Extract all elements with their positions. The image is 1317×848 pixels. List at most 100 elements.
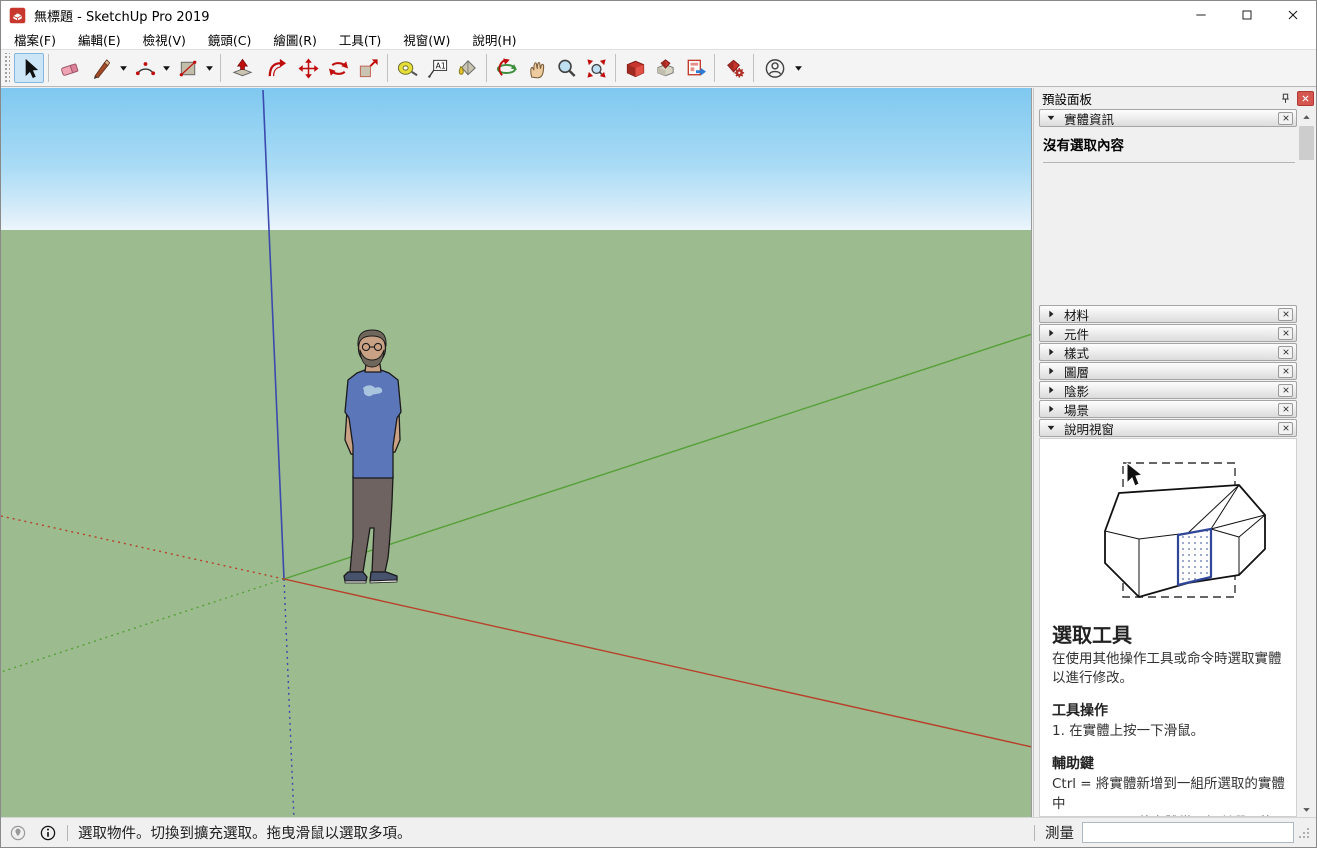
line-tool-dropdown[interactable] bbox=[117, 53, 130, 83]
pin-icon bbox=[1279, 92, 1292, 105]
section-instructor[interactable]: 說明視窗 bbox=[1039, 419, 1297, 437]
close-icon bbox=[1282, 310, 1290, 318]
green-axis bbox=[284, 334, 1032, 579]
geolocation-icon bbox=[9, 824, 27, 842]
line-tool-button[interactable] bbox=[87, 53, 117, 83]
close-button[interactable] bbox=[1270, 1, 1316, 29]
close-icon bbox=[1301, 94, 1310, 103]
zoom-extents-tool-button[interactable] bbox=[581, 53, 611, 83]
close-section-button[interactable] bbox=[1278, 327, 1293, 340]
panel-scrollbar[interactable] bbox=[1298, 109, 1315, 817]
rectangle-tool-button[interactable] bbox=[173, 53, 203, 83]
section-label: 說明視窗 bbox=[1064, 419, 1278, 438]
account-button[interactable] bbox=[758, 53, 792, 83]
close-section-button[interactable] bbox=[1278, 346, 1293, 359]
section-materials[interactable]: 材料 bbox=[1039, 305, 1297, 323]
maximize-icon bbox=[1239, 7, 1255, 23]
help-info-button[interactable] bbox=[37, 822, 59, 844]
chevron-down-icon bbox=[1046, 112, 1058, 124]
line-icon bbox=[91, 57, 114, 80]
chevron-right-icon bbox=[1046, 384, 1058, 396]
statusbar-separator bbox=[1034, 825, 1035, 841]
pin-panel-button[interactable] bbox=[1276, 90, 1294, 107]
menu-view[interactable]: 檢視(V) bbox=[132, 28, 197, 51]
instructor-description: 在使用其他操作工具或命令時選取實體以進行修改。 bbox=[1052, 650, 1286, 688]
zoom-icon bbox=[555, 57, 578, 80]
resize-grip-icon[interactable] bbox=[1298, 827, 1310, 839]
menu-help[interactable]: 說明(H) bbox=[461, 28, 527, 51]
rectangle-tool-dropdown[interactable] bbox=[203, 53, 216, 83]
minimize-button[interactable] bbox=[1178, 1, 1224, 29]
menu-file[interactable]: 檔案(F) bbox=[3, 28, 67, 51]
section-components[interactable]: 元件 bbox=[1039, 324, 1297, 342]
toolbar-drag-handle[interactable] bbox=[3, 53, 10, 83]
toolbar-separator bbox=[220, 54, 221, 82]
scrollbar-thumb[interactable] bbox=[1299, 126, 1314, 160]
section-styles[interactable]: 樣式 bbox=[1039, 343, 1297, 361]
extension-manager-button[interactable] bbox=[719, 53, 749, 83]
close-section-button[interactable] bbox=[1278, 112, 1293, 125]
chevron-down-icon bbox=[205, 64, 214, 73]
paint-bucket-icon bbox=[456, 57, 479, 80]
push-pull-tool-button[interactable] bbox=[225, 53, 259, 83]
tape-measure-tool-button[interactable] bbox=[392, 53, 422, 83]
move-tool-button[interactable] bbox=[293, 53, 323, 83]
section-label: 陰影 bbox=[1064, 381, 1278, 400]
extension-manager-icon bbox=[723, 57, 746, 80]
section-shadows[interactable]: 陰影 bbox=[1039, 381, 1297, 399]
eraser-tool-button[interactable] bbox=[53, 53, 87, 83]
drawing-viewport[interactable] bbox=[1, 88, 1032, 819]
close-section-button[interactable] bbox=[1278, 403, 1293, 416]
scale-tool-button[interactable] bbox=[353, 53, 383, 83]
titlebar: 無標題 - SketchUp Pro 2019 bbox=[1, 1, 1316, 29]
maximize-button[interactable] bbox=[1224, 1, 1270, 29]
select-tool-button[interactable] bbox=[14, 53, 44, 83]
close-section-button[interactable] bbox=[1278, 365, 1293, 378]
toolbar-separator bbox=[486, 54, 487, 82]
window-title: 無標題 - SketchUp Pro 2019 bbox=[34, 6, 1178, 25]
close-section-button[interactable] bbox=[1278, 308, 1293, 321]
blue-axis bbox=[263, 90, 284, 579]
rotate-tool-button[interactable] bbox=[323, 53, 353, 83]
entity-info-empty-text: 沒有選取內容 bbox=[1043, 134, 1295, 154]
follow-me-tool-button[interactable] bbox=[259, 53, 293, 83]
menu-edit[interactable]: 編輯(E) bbox=[67, 28, 132, 51]
section-scenes[interactable]: 場景 bbox=[1039, 400, 1297, 418]
account-icon bbox=[764, 57, 787, 80]
section-label: 材料 bbox=[1064, 305, 1278, 324]
instructor-modifier-line: Ctrl = 將實體新增到一組所選取的實體中 bbox=[1052, 775, 1286, 813]
account-dropdown[interactable] bbox=[792, 53, 805, 83]
arc-tool-dropdown[interactable] bbox=[160, 53, 173, 83]
menu-draw[interactable]: 繪圖(R) bbox=[262, 28, 327, 51]
green-axis-dotted bbox=[1, 579, 284, 672]
close-panel-button[interactable] bbox=[1297, 91, 1314, 106]
arc-tool-button[interactable] bbox=[130, 53, 160, 83]
section-label: 場景 bbox=[1064, 400, 1278, 419]
3d-warehouse-button[interactable] bbox=[620, 53, 650, 83]
orbit-tool-button[interactable] bbox=[491, 53, 521, 83]
close-section-button[interactable] bbox=[1278, 422, 1293, 435]
geolocation-button[interactable] bbox=[7, 822, 29, 844]
eraser-icon bbox=[59, 57, 82, 80]
scroll-down-button[interactable] bbox=[1298, 801, 1315, 817]
pan-tool-button[interactable] bbox=[521, 53, 551, 83]
measurements-input[interactable] bbox=[1082, 822, 1294, 843]
minimize-icon bbox=[1193, 7, 1209, 23]
text-tool-button[interactable]: A1 bbox=[422, 53, 452, 83]
scroll-up-button[interactable] bbox=[1298, 109, 1315, 125]
zoom-tool-button[interactable] bbox=[551, 53, 581, 83]
toolbar-separator bbox=[387, 54, 388, 82]
paint-bucket-tool-button[interactable] bbox=[452, 53, 482, 83]
red-axis-dotted bbox=[1, 516, 284, 579]
menu-tools[interactable]: 工具(T) bbox=[328, 28, 392, 51]
chevron-down-icon bbox=[1046, 422, 1058, 434]
section-layers[interactable]: 圖層 bbox=[1039, 362, 1297, 380]
send-to-layout-button[interactable] bbox=[680, 53, 710, 83]
menu-window[interactable]: 視窗(W) bbox=[392, 28, 461, 51]
menu-camera[interactable]: 鏡頭(C) bbox=[197, 28, 262, 51]
section-entity-info[interactable]: 實體資訊 bbox=[1039, 109, 1297, 127]
menubar: 檔案(F) 編輯(E) 檢視(V) 鏡頭(C) 繪圖(R) 工具(T) 視窗(W… bbox=[1, 29, 1316, 49]
close-section-button[interactable] bbox=[1278, 384, 1293, 397]
extension-warehouse-button[interactable] bbox=[650, 53, 680, 83]
scene-canvas bbox=[1, 88, 1032, 819]
